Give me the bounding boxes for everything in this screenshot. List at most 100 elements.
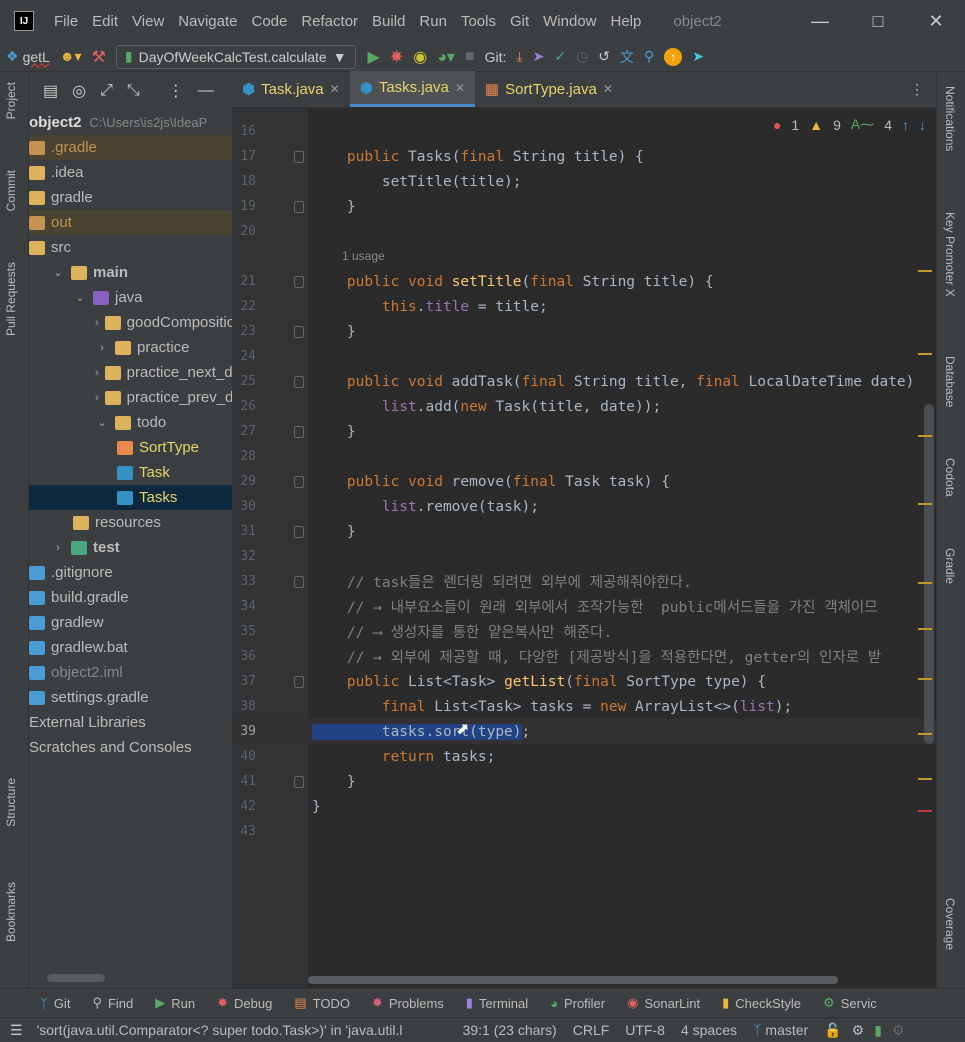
tree-item-practice[interactable]: › practice bbox=[29, 335, 232, 360]
rollback-icon[interactable]: ↺ bbox=[598, 48, 610, 65]
git-branch[interactable]: master bbox=[765, 1022, 808, 1038]
chevron-right-icon[interactable]: › bbox=[95, 342, 109, 354]
line-number[interactable]: 40 bbox=[232, 749, 256, 764]
minimize-icon[interactable]: — bbox=[791, 0, 849, 42]
fold-marker-icon[interactable] bbox=[294, 275, 304, 288]
select-opened-file-icon[interactable]: ▤ bbox=[43, 81, 58, 101]
tree-item-src[interactable]: src bbox=[29, 235, 232, 260]
code-text[interactable]: final List<Task> tasks = new ArrayList<>… bbox=[312, 699, 792, 715]
tool-todo[interactable]: ▤ TODO bbox=[294, 995, 350, 1011]
code-line[interactable]: 37 public List<Task> getList(final SortT… bbox=[232, 669, 936, 694]
chevron-right-icon[interactable]: › bbox=[95, 392, 99, 404]
stop-icon[interactable]: ■ bbox=[465, 48, 475, 66]
tree-item-gradlew[interactable]: gradlew bbox=[29, 610, 232, 635]
tree-item-task[interactable]: Task bbox=[29, 460, 232, 485]
line-number[interactable]: 19 bbox=[232, 199, 256, 214]
line-number[interactable]: 33 bbox=[232, 574, 256, 589]
close-tab-icon[interactable]: ✕ bbox=[455, 81, 465, 95]
tool-terminal[interactable]: ▮ Terminal bbox=[466, 995, 528, 1011]
menu-navigate[interactable]: Navigate bbox=[178, 13, 237, 30]
editor-tab-task-java[interactable]: ⬢ Task.java ✕ bbox=[232, 71, 350, 107]
tab-structure[interactable]: Structure bbox=[4, 778, 18, 827]
line-number[interactable]: 34 bbox=[232, 599, 256, 614]
options-icon[interactable]: ⋮ bbox=[168, 81, 184, 101]
line-number[interactable]: 25 bbox=[232, 374, 256, 389]
code-line[interactable]: 31 } bbox=[232, 519, 936, 544]
line-number[interactable]: 32 bbox=[232, 549, 256, 564]
tree-item-main[interactable]: ⌄ main bbox=[29, 260, 232, 285]
line-number[interactable]: 27 bbox=[232, 424, 256, 439]
warning-marker[interactable] bbox=[918, 435, 932, 437]
code-line[interactable]: 21 public void setTitle(final String tit… bbox=[232, 269, 936, 294]
chevron-right-icon[interactable]: › bbox=[95, 317, 99, 329]
tab-options-icon[interactable]: ⋮ bbox=[910, 81, 924, 98]
line-number[interactable]: 17 bbox=[232, 149, 256, 164]
fold-marker-icon[interactable] bbox=[294, 575, 304, 588]
tree-item--gitignore[interactable]: .gitignore bbox=[29, 560, 232, 585]
code-text[interactable]: public List<Task> getList(final SortType… bbox=[312, 674, 766, 690]
tool-find[interactable]: ⚲ Find bbox=[92, 995, 133, 1011]
code-line[interactable]: 42} bbox=[232, 794, 936, 819]
tree-item-test[interactable]: › test bbox=[29, 535, 232, 560]
code-line[interactable]: 17 public Tasks(final String title) { bbox=[232, 144, 936, 169]
git-update-icon[interactable]: ⤓ bbox=[516, 48, 522, 65]
tree-item-out[interactable]: out bbox=[29, 210, 232, 235]
tab-bookmarks[interactable]: Bookmarks bbox=[4, 882, 18, 942]
tree-item-java[interactable]: ⌄ java bbox=[29, 285, 232, 310]
code-line[interactable]: 24 bbox=[232, 344, 936, 369]
fold-marker-icon[interactable] bbox=[294, 200, 304, 213]
code-line[interactable]: 40 return tasks; bbox=[232, 744, 936, 769]
code-text[interactable]: // task들은 렌더링 되려면 외부에 제공해줘야한다. bbox=[312, 571, 692, 592]
line-number[interactable]: 29 bbox=[232, 474, 256, 489]
line-number[interactable]: 26 bbox=[232, 399, 256, 414]
hide-icon[interactable]: — bbox=[198, 82, 214, 100]
user-icon[interactable]: ☻▾ bbox=[60, 48, 82, 65]
code-line[interactable]: 26 list.add(new Task(title, date)); bbox=[232, 394, 936, 419]
warning-marker[interactable] bbox=[918, 582, 932, 584]
code-line[interactable]: 22 this.title = title; bbox=[232, 294, 936, 319]
tree-item-resources[interactable]: resources bbox=[29, 510, 232, 535]
code-line[interactable]: 35 // ⟶ 생성자를 통한 얕은복사만 해준다. bbox=[232, 619, 936, 644]
code-line[interactable]: 30 list.remove(task); bbox=[232, 494, 936, 519]
inspections-widget[interactable]: ● 1 ▲ 9 A⁓ 4 ↑ ↓ bbox=[773, 116, 926, 133]
line-number[interactable]: 39 bbox=[232, 724, 256, 739]
menu-view[interactable]: View bbox=[132, 13, 164, 30]
code-line[interactable]: 32 bbox=[232, 544, 936, 569]
line-number[interactable]: 37 bbox=[232, 674, 256, 689]
code-text[interactable]: } bbox=[312, 324, 356, 340]
collapse-all-icon[interactable]: ⤡ bbox=[127, 82, 140, 100]
code-text[interactable]: return tasks; bbox=[312, 749, 496, 765]
fold-marker-icon[interactable] bbox=[294, 375, 304, 388]
terminal-status-icon[interactable]: ▮ bbox=[874, 1022, 882, 1039]
code-line[interactable]: 20 bbox=[232, 219, 936, 244]
vscroll-thumb[interactable] bbox=[924, 404, 934, 744]
warning-marker[interactable] bbox=[918, 678, 932, 680]
line-separator[interactable]: CRLF bbox=[573, 1022, 610, 1038]
tool-debug[interactable]: ✸ Debug bbox=[217, 995, 272, 1011]
event-icon[interactable]: ⚙ bbox=[892, 1022, 905, 1039]
code-text[interactable]: public Tasks(final String title) { bbox=[312, 149, 644, 165]
tree-item-object2-iml[interactable]: object2.iml bbox=[29, 660, 232, 685]
menu-refactor[interactable]: Refactor bbox=[301, 13, 358, 30]
menu-window[interactable]: Window bbox=[543, 13, 596, 30]
code-text[interactable]: } bbox=[312, 799, 321, 815]
maximize-icon[interactable]: □ bbox=[849, 0, 907, 42]
inspector-icon[interactable]: ⚙ bbox=[852, 1022, 865, 1039]
code-text[interactable]: } bbox=[312, 774, 356, 790]
editor-tab-sorttype-java[interactable]: ▦ SortType.java ✕ bbox=[475, 71, 623, 107]
expand-all-icon[interactable]: ⤢ bbox=[100, 82, 113, 100]
tab-codota[interactable]: Codota bbox=[943, 458, 957, 497]
line-number[interactable]: 42 bbox=[232, 799, 256, 814]
code-text[interactable]: tasks.sort(type); bbox=[312, 723, 530, 740]
profile-icon[interactable]: ◕▾ bbox=[437, 47, 455, 67]
warning-marker[interactable] bbox=[918, 270, 932, 272]
code-text[interactable]: list.add(new Task(title, date)); bbox=[312, 399, 661, 415]
tree-item-goodcomposition[interactable]: › goodComposition bbox=[29, 310, 232, 335]
code-editor[interactable]: 16 17 public Tasks(final String title) {1… bbox=[232, 108, 936, 988]
line-number[interactable]: 22 bbox=[232, 299, 256, 314]
line-number[interactable]: 38 bbox=[232, 699, 256, 714]
git-branch-widget[interactable]: ❖ getL bbox=[6, 48, 50, 65]
close-icon[interactable]: ✕ bbox=[907, 0, 965, 42]
debug-icon[interactable]: ✸ bbox=[390, 47, 403, 67]
editor-vscrollbar[interactable] bbox=[918, 108, 936, 988]
